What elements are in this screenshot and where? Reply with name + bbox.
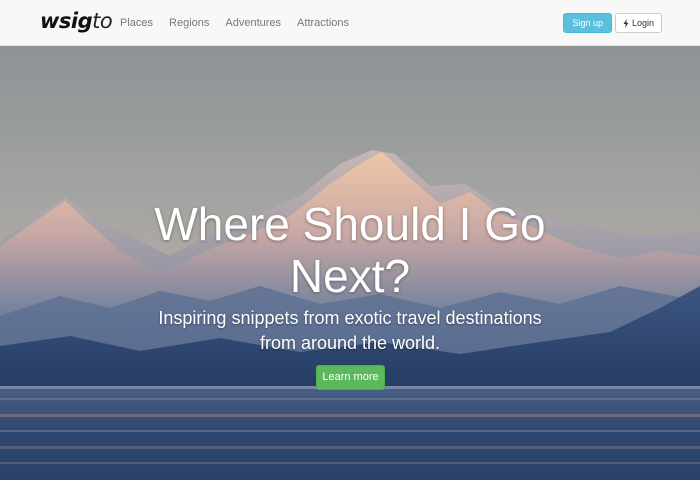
brand-logo[interactable]: wsigto [40, 9, 113, 33]
hero-section: Where Should I Go Next? Inspiring snippe… [0, 46, 700, 480]
hero-subtitle-line1: Inspiring snippets from exotic travel de… [158, 308, 542, 328]
nav-link-regions[interactable]: Regions [161, 17, 217, 29]
nav-link-places[interactable]: Places [120, 17, 161, 29]
navbar: wsigto Places Regions Adventures Attract… [0, 0, 700, 46]
hero-subtitle-line2: from around the world. [259, 333, 441, 353]
brand-light: to [92, 9, 113, 33]
main-nav: Places Regions Adventures Attractions [120, 0, 357, 46]
login-button[interactable]: Login [614, 13, 662, 33]
hero-title-line1: Where Should I Go [154, 198, 546, 250]
auth-buttons: Sign up Login [563, 13, 662, 33]
bolt-icon [623, 18, 629, 28]
signup-button[interactable]: Sign up [563, 13, 612, 33]
brand-bold: wsig [40, 9, 93, 33]
hero-subtitle: Inspiring snippets from exotic travel de… [0, 306, 700, 356]
learn-more-button[interactable]: Learn more [316, 365, 385, 390]
hero-title-line2: Next? [289, 250, 411, 302]
nav-link-attractions[interactable]: Attractions [289, 17, 357, 29]
login-label: Login [631, 18, 654, 28]
hero-title: Where Should I Go Next? [0, 198, 700, 302]
nav-link-adventures[interactable]: Adventures [217, 17, 289, 29]
